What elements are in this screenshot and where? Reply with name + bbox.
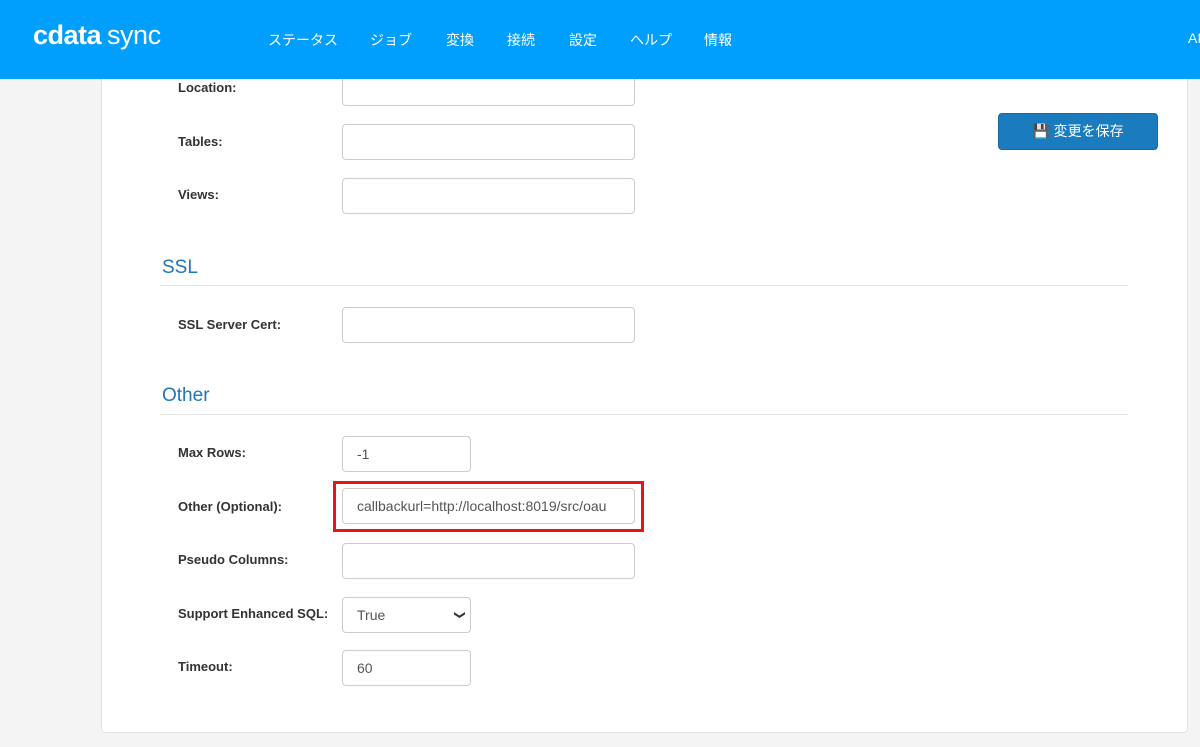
nav-connections[interactable]: 接続 (507, 30, 535, 50)
ssl-server-cert-label: SSL Server Cert: (178, 317, 282, 332)
save-changes-button[interactable]: 💾 変更を保存 (998, 113, 1158, 150)
timeout-label: Timeout: (178, 659, 233, 674)
nav-transform[interactable]: 変換 (446, 30, 474, 50)
views-label: Views: (178, 187, 219, 202)
highlight-box (333, 481, 644, 532)
max-rows-label: Max Rows: (178, 445, 246, 460)
nav-settings[interactable]: 設定 (569, 30, 597, 50)
support-enhanced-sql-label: Support Enhanced SQL: (178, 606, 329, 621)
timeout-input[interactable]: 60 (342, 650, 471, 686)
other-heading: Other (162, 385, 210, 406)
nav-status[interactable]: ステータス (268, 30, 338, 50)
top-navbar: cdata sync ステータス ジョブ 変換 接続 設定 ヘルプ 情報 AI (0, 0, 1200, 79)
nav-help[interactable]: ヘルプ (630, 30, 672, 50)
nav-info[interactable]: 情報 (704, 30, 732, 50)
floppy-disk-icon: 💾 (1032, 123, 1050, 139)
nav-jobs[interactable]: ジョブ (370, 30, 412, 50)
divider (160, 414, 1128, 415)
cdata-sync-logo[interactable]: cdata sync (33, 20, 161, 51)
max-rows-input[interactable]: -1 (342, 436, 471, 472)
divider (160, 285, 1128, 286)
location-label: Location: (178, 80, 237, 95)
views-input[interactable] (342, 178, 635, 214)
pseudo-columns-label: Pseudo Columns: (178, 552, 289, 567)
ssl-server-cert-input[interactable] (342, 307, 635, 343)
user-menu[interactable]: AI (1188, 30, 1200, 46)
ssl-heading: SSL (162, 257, 198, 278)
support-enhanced-sql-select[interactable]: True ❯ (342, 597, 471, 633)
tables-label: Tables: (178, 134, 223, 149)
chevron-down-icon: ❯ (453, 610, 466, 620)
pseudo-columns-input[interactable] (342, 543, 635, 579)
other-optional-label: Other (Optional): (178, 499, 282, 514)
tables-input[interactable] (342, 124, 635, 160)
